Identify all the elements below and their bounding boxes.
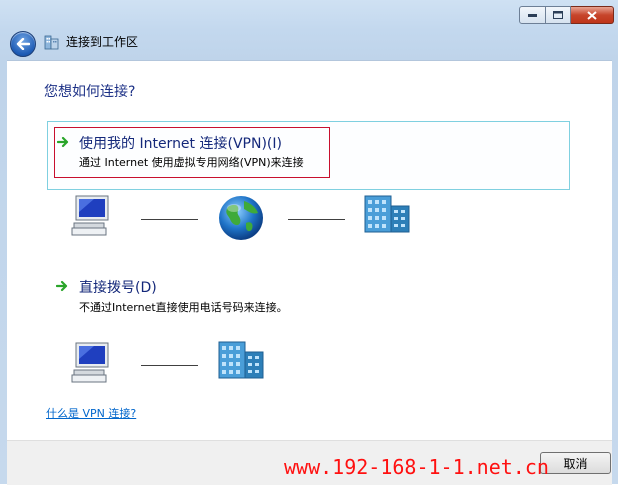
maximize-icon [553, 11, 563, 19]
connection-line [141, 219, 198, 220]
minimize-button[interactable] [519, 6, 546, 24]
connection-line [288, 219, 345, 220]
globe-icon [219, 196, 263, 240]
vpn-option[interactable]: 使用我的 Internet 连接(VPN)(I) 通过 Internet 使用虚… [47, 121, 570, 190]
minimize-icon [528, 13, 537, 17]
vpn-help-link[interactable]: 什么是 VPN 连接? [46, 405, 136, 421]
vpn-option-title: 使用我的 Internet 连接(VPN)(I) [79, 136, 282, 152]
close-icon [587, 10, 597, 20]
dialup-option-title: 直接拨号(D) [79, 280, 157, 296]
connection-line [141, 365, 198, 366]
cancel-button[interactable]: 取消 [540, 452, 611, 474]
building-icon [364, 195, 410, 233]
green-arrow-icon [57, 136, 69, 148]
maximize-button[interactable] [546, 6, 571, 24]
site-watermark: www.192-168-1-1.net.cn [284, 455, 549, 479]
close-button[interactable] [571, 6, 614, 24]
workplace-icon [44, 35, 59, 50]
dialup-option-description: 不通过Internet直接使用电话号码来连接。 [79, 301, 288, 314]
computer-icon [71, 342, 109, 383]
back-arrow-icon [16, 38, 30, 50]
window-title: 连接到工作区 [66, 35, 139, 49]
vpn-option-description: 通过 Internet 使用虚拟专用网络(VPN)来连接 [79, 156, 304, 169]
computer-icon [71, 195, 109, 236]
content-panel: 您想如何连接? 使用我的 Internet 连接(VPN)(I) 通过 Inte… [7, 60, 612, 441]
green-arrow-icon [56, 280, 68, 292]
window-controls [519, 6, 614, 24]
page-heading: 您想如何连接? [44, 84, 136, 100]
back-button[interactable] [10, 31, 36, 57]
window: 连接到工作区 您想如何连接? 使用我的 Internet 连接(VPN)(I) … [0, 0, 618, 485]
building-icon [218, 341, 264, 379]
